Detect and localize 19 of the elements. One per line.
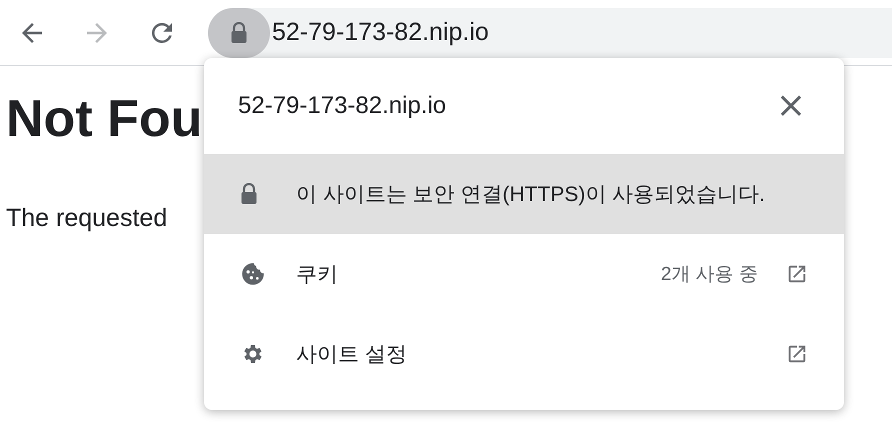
close-button[interactable]: × [772,88,810,124]
lock-icon [230,22,248,44]
page-heading: Not Fou [6,89,202,150]
popup-row[interactable]: 이 사이트는 보안 연결(HTTPS)이 사용되었습니다. [204,154,844,234]
popup-row[interactable]: 사이트 설정 [204,314,844,394]
address-bar[interactable]: 52-79-173-82.nip.io [208,8,892,58]
external-link-icon[interactable] [786,343,808,365]
row-label: 사이트 설정 [296,342,408,368]
page-text: The requested [6,204,168,233]
popup-row[interactable]: 쿠키 2개 사용 중 [204,234,844,314]
lock-button[interactable] [208,8,270,58]
popup-title: 52-79-173-82.nip.io [238,92,446,120]
row-label: 쿠키 [296,262,339,288]
row-detail: 2개 사용 중 [660,263,758,287]
lock-icon [240,183,258,205]
row-label: 이 사이트는 보안 연결(HTTPS)이 사용되었습니다. [296,182,766,208]
external-link-icon[interactable] [786,263,808,285]
cookie-icon [240,261,266,287]
url-text: 52-79-173-82.nip.io [272,18,489,47]
